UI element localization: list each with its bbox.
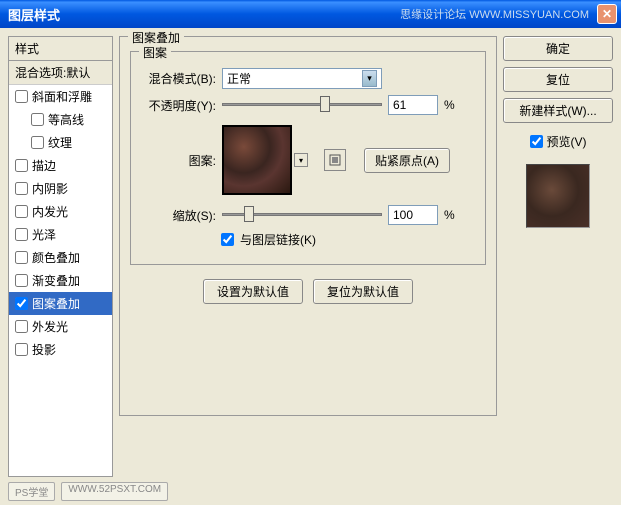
style-checkbox-10[interactable] (15, 320, 28, 333)
link-layer-label: 与图层链接(K) (240, 231, 316, 248)
brand-text: 思缘设计论坛 WWW.MISSYUAN.COM (400, 6, 589, 22)
style-label-9: 图案叠加 (32, 295, 80, 312)
close-icon: ✕ (602, 7, 612, 21)
pattern-swatch[interactable]: ▾ (222, 125, 292, 195)
style-label-10: 外发光 (32, 318, 68, 335)
scale-label: 缩放(S): (141, 207, 216, 224)
ok-button[interactable]: 确定 (503, 36, 613, 61)
style-label-6: 光泽 (32, 226, 56, 243)
style-label-8: 渐变叠加 (32, 272, 80, 289)
styles-list-panel: 样式 混合选项:默认 斜面和浮雕等高线纹理描边内阴影内发光光泽颜色叠加渐变叠加图… (8, 36, 113, 477)
chevron-down-icon: ▾ (362, 70, 377, 87)
style-checkbox-1[interactable] (31, 113, 44, 126)
set-default-button[interactable]: 设置为默认值 (203, 279, 303, 304)
style-item-11[interactable]: 投影 (9, 338, 112, 361)
link-layer-checkbox[interactable] (221, 233, 234, 246)
opacity-label: 不透明度(Y): (141, 97, 216, 114)
style-label-5: 内发光 (32, 203, 68, 220)
style-item-9[interactable]: 图案叠加 (9, 292, 112, 315)
pattern-preview-image (224, 127, 290, 193)
style-label-0: 斜面和浮雕 (32, 88, 92, 105)
style-label-4: 内阴影 (32, 180, 68, 197)
pattern-dropdown-icon[interactable]: ▾ (294, 153, 308, 167)
blend-mode-value: 正常 (227, 70, 251, 87)
titlebar: 图层样式 思缘设计论坛 WWW.MISSYUAN.COM ✕ (0, 0, 621, 28)
style-item-8[interactable]: 渐变叠加 (9, 269, 112, 292)
footer-tag-1: PS学堂 (8, 482, 55, 501)
opacity-input[interactable]: 61 (388, 95, 438, 115)
style-checkbox-7[interactable] (15, 251, 28, 264)
snap-origin-button[interactable]: 贴紧原点(A) (364, 148, 450, 173)
new-pattern-icon-button[interactable] (324, 149, 346, 171)
close-button[interactable]: ✕ (597, 4, 617, 24)
style-label-3: 描边 (32, 157, 56, 174)
blend-mode-label: 混合模式(B): (141, 70, 216, 87)
style-item-0[interactable]: 斜面和浮雕 (9, 85, 112, 108)
style-checkbox-3[interactable] (15, 159, 28, 172)
reset-default-button[interactable]: 复位为默认值 (313, 279, 413, 304)
opacity-slider[interactable] (222, 96, 382, 114)
preview-image (527, 165, 589, 227)
style-label-1: 等高线 (48, 111, 84, 128)
style-item-7[interactable]: 颜色叠加 (9, 246, 112, 269)
new-icon (329, 154, 341, 166)
preview-label: 预览(V) (547, 133, 587, 150)
style-item-4[interactable]: 内阴影 (9, 177, 112, 200)
preview-swatch (526, 164, 590, 228)
preview-checkbox[interactable] (530, 135, 543, 148)
style-label-11: 投影 (32, 341, 56, 358)
style-checkbox-6[interactable] (15, 228, 28, 241)
style-checkbox-4[interactable] (15, 182, 28, 195)
style-checkbox-11[interactable] (15, 343, 28, 356)
style-item-1[interactable]: 等高线 (9, 108, 112, 131)
style-checkbox-0[interactable] (15, 90, 28, 103)
scale-unit: % (444, 208, 455, 222)
window-title: 图层样式 (8, 5, 400, 24)
main-settings-panel: 图案叠加 图案 混合模式(B): 正常 ▾ 不透明度(Y): 6 (119, 36, 497, 477)
style-item-5[interactable]: 内发光 (9, 200, 112, 223)
style-label-2: 纹理 (48, 134, 72, 151)
style-item-3[interactable]: 描边 (9, 154, 112, 177)
reset-button[interactable]: 复位 (503, 67, 613, 92)
footer-tag-2: WWW.52PSXT.COM (61, 482, 168, 501)
opacity-unit: % (444, 98, 455, 112)
styles-header[interactable]: 样式 (9, 37, 112, 61)
pattern-subtitle: 图案 (139, 44, 171, 61)
style-checkbox-9[interactable] (15, 297, 28, 310)
style-label-7: 颜色叠加 (32, 249, 80, 266)
blend-mode-select[interactable]: 正常 ▾ (222, 68, 382, 89)
right-buttons-panel: 确定 复位 新建样式(W)... 预览(V) (503, 36, 613, 477)
watermark: PS学堂 WWW.52PSXT.COM (8, 482, 168, 501)
style-checkbox-5[interactable] (15, 205, 28, 218)
style-item-6[interactable]: 光泽 (9, 223, 112, 246)
new-style-button[interactable]: 新建样式(W)... (503, 98, 613, 123)
style-checkbox-2[interactable] (31, 136, 44, 149)
blend-options-header[interactable]: 混合选项:默认 (9, 61, 112, 85)
style-item-10[interactable]: 外发光 (9, 315, 112, 338)
scale-input[interactable]: 100 (388, 205, 438, 225)
style-item-2[interactable]: 纹理 (9, 131, 112, 154)
scale-slider[interactable] (222, 206, 382, 224)
pattern-label: 图案: (141, 152, 216, 169)
style-checkbox-8[interactable] (15, 274, 28, 287)
